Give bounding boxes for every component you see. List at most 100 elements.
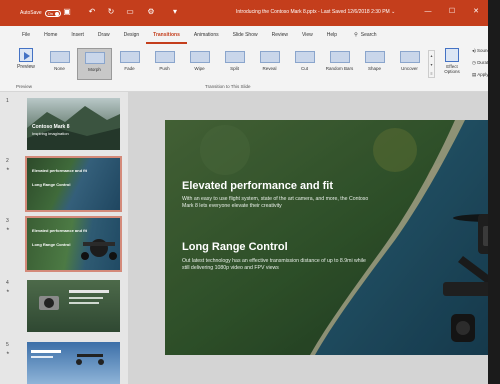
maximize-icon[interactable]: ☐ [446,6,458,18]
close-icon[interactable]: ✕ [470,6,482,18]
slide-number: 4 [6,280,9,286]
effect-options-button[interactable]: Effect Options [440,48,464,74]
autosave-control[interactable]: AutoSave On [20,8,61,18]
transition-cut[interactable]: Cut [287,48,322,80]
shape-icon [364,51,385,63]
save-status: Last Saved 12/6/2018 2:30 PM [321,9,390,15]
tab-slide-show[interactable]: Slide Show [226,26,265,44]
drone-camera-image [39,290,109,310]
transition-label: Push [159,66,170,71]
slide-thumbnail-2[interactable]: Elevated performance and fit Long Range … [25,156,122,212]
transition-label: Morph [88,67,101,72]
customize-icon[interactable]: ⚙ [146,7,156,17]
transition-push[interactable]: Push [147,48,182,80]
document-title: Introducing the Contoso Mark 8.pptx - La… [236,9,395,15]
window-border [488,0,500,384]
drone-sky-image [31,350,104,365]
transition-star-icon: ★ [6,288,10,293]
slide-number: 3 [6,218,9,224]
tab-transitions[interactable]: Transitions [146,26,187,44]
preview-label: Preview [17,64,35,70]
fade-icon [119,51,140,63]
cut-icon [294,51,315,63]
transition-reveal[interactable]: Reveal [252,48,287,80]
slide-thumbnail-3[interactable]: Elevated performance and fit Long Range … [25,216,122,272]
slide-number: 1 [6,98,9,104]
thumbnail-subtitle: Inspiring imagination [32,131,69,136]
transition-label: Reveal [262,66,277,71]
save-icon[interactable]: ▣ [62,7,72,17]
slide-thumbnail-pane: 1 Contoso Mark 8 Inspiring imagination 2… [0,92,128,384]
tab-design[interactable]: Design [117,26,147,44]
slide-number: 5 [6,342,9,348]
transition-gallery: None Morph Fade Push Wipe Split Reveal C… [42,48,427,80]
more-commands-icon[interactable]: ▾ [170,7,180,17]
slide-editor: Elevated performance and fit With an eas… [128,92,500,384]
thumbnail-title: Contoso Mark 8 [32,124,70,130]
transition-label: Uncover [401,66,418,71]
transition-random-bars[interactable]: Random Bars [322,48,357,80]
effect-options-label-2: Options [444,69,460,74]
autosave-toggle[interactable]: On [44,9,61,17]
preview-button[interactable]: Preview [16,48,36,70]
transition-wipe[interactable]: Wipe [182,48,217,80]
preview-icon [19,48,33,62]
split-icon [224,51,245,63]
slide-body-2[interactable]: Out latest technology has an effective t… [182,258,372,272]
transition-uncover[interactable]: Uncover [392,48,427,80]
none-icon [49,51,70,63]
wipe-icon [189,51,210,63]
transition-split[interactable]: Split [217,48,252,80]
file-name: Introducing the Contoso Mark 8.pptx [236,9,317,15]
tab-animations[interactable]: Animations [187,26,226,44]
transition-label: Shape [367,66,381,71]
tab-draw[interactable]: Draw [91,26,117,44]
ribbon: Preview Preview None Morph Fade Push Wip… [0,44,500,92]
transition-star-icon: ★ [6,226,10,231]
slide-thumbnail-4[interactable] [27,280,120,332]
minimize-icon[interactable]: — [422,6,434,18]
powerpoint-window: AutoSave On ▣ ↶ ↻ ▭ ⚙ ▾ Introducing the … [0,0,500,384]
tab-insert[interactable]: Insert [64,26,91,44]
chevron-down-icon[interactable]: ⌄ [391,9,395,15]
effect-options-icon [445,48,459,62]
autosave-state: On [47,10,54,16]
reveal-icon [259,51,280,63]
slide-thumbnail-5[interactable] [27,342,120,384]
random-bars-icon [329,51,350,63]
redo-icon[interactable]: ↻ [106,7,116,17]
transition-label: Cut [300,66,308,71]
transition-label: None [54,66,65,71]
slide-body-1[interactable]: With an easy to use flight system, state… [182,196,372,210]
tab-home[interactable]: Home [37,26,64,44]
transition-label: Split [230,66,239,71]
uncover-icon [399,51,420,63]
drone-image [81,239,117,260]
gallery-scroll[interactable]: ▴ ▾ ≡ [428,50,435,78]
tab-view[interactable]: View [295,26,320,44]
autosave-label: AutoSave [20,10,42,16]
present-icon[interactable]: ▭ [125,7,135,17]
slide-thumbnail-1[interactable]: Contoso Mark 8 Inspiring imagination [27,98,120,150]
slide-number: 2 [6,158,9,164]
slide-heading-1[interactable]: Elevated performance and fit [182,180,333,192]
transition-fade[interactable]: Fade [112,48,147,80]
undo-icon[interactable]: ↶ [87,7,97,17]
transition-label: Random Bars [325,66,354,71]
transition-shape[interactable]: Shape [357,48,392,80]
tab-review[interactable]: Review [265,26,295,44]
search-box[interactable]: ⚲ Search [344,32,377,38]
tab-help[interactable]: Help [320,26,344,44]
transition-morph[interactable]: Morph [77,48,112,80]
thumbnail-subtitle: Long Range Control [32,182,71,187]
slide-heading-2[interactable]: Long Range Control [182,241,288,253]
search-label: Search [360,32,377,38]
current-slide[interactable]: Elevated performance and fit With an eas… [165,120,500,355]
transition-star-icon: ★ [6,350,10,355]
transition-label: Fade [124,66,135,71]
morph-icon [84,52,105,64]
transition-none[interactable]: None [42,48,77,80]
tab-file[interactable]: File [0,26,37,44]
transition-group-label: Transition to This Slide [205,84,251,89]
push-icon [154,51,175,63]
